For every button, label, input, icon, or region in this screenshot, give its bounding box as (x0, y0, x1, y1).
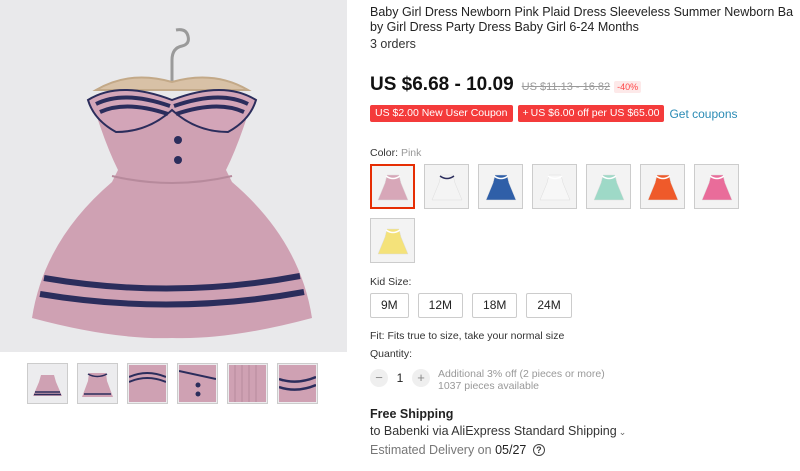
thumbnail-6[interactable] (277, 363, 318, 404)
color-swatch-pink[interactable] (370, 164, 415, 209)
new-user-coupon[interactable]: US $2.00 New User Coupon (370, 105, 513, 122)
delivery-date: 05/27 (495, 443, 527, 457)
quantity-stepper: − 1 + (370, 369, 430, 387)
buttons-thumb-image (179, 365, 216, 402)
product-title: Baby Girl Dress Newborn Pink Plaid Dress… (370, 5, 794, 34)
chevron-down-icon: ⌄ (618, 427, 627, 437)
dress-swatch-image (593, 174, 624, 200)
thumbnail-2[interactable] (77, 363, 118, 404)
thumbnail-1[interactable] (27, 363, 68, 404)
estimated-delivery: Estimated Delivery on 05/27 ? (370, 443, 545, 457)
color-swatch-mint[interactable] (586, 164, 631, 209)
fabric-thumb-image (229, 365, 266, 402)
dress-swatch-image (431, 174, 462, 200)
quantity-label: Quantity: (370, 348, 413, 360)
quantity-value[interactable]: 1 (388, 371, 412, 385)
color-swatch-orange[interactable] (640, 164, 685, 209)
dress-swatch-image (377, 228, 408, 254)
selected-color: Pink (400, 147, 422, 159)
shipping-method[interactable]: to Babenki via AliExpress Standard Shipp… (370, 424, 626, 438)
thumbnail-strip (27, 363, 318, 404)
shipping-title: Free Shipping (370, 407, 454, 421)
hem-thumb-image (279, 365, 316, 402)
color-swatch-rose[interactable] (694, 164, 739, 209)
original-price: US $11.13 - 16.82 (521, 81, 611, 93)
quantity-note: Additional 3% off (2 pieces or more) 103… (438, 368, 605, 392)
color-swatch-blue[interactable] (478, 164, 523, 209)
fit-note: Fit: Fits true to size, take your normal… (370, 330, 565, 342)
stock-note: 1037 pieces available (438, 380, 539, 392)
color-swatch-yellow[interactable] (370, 218, 415, 263)
collar-thumb-image (129, 365, 166, 402)
order-count[interactable]: 3 orders (370, 37, 416, 51)
dress-thumb-image (82, 373, 113, 397)
plus-icon: + (522, 107, 529, 119)
dress-image (0, 0, 347, 352)
color-swatch-white-navy[interactable] (424, 164, 469, 209)
discount-badge: -40% (614, 81, 642, 93)
color-swatches (370, 164, 750, 263)
quantity-minus-button[interactable]: − (370, 369, 388, 387)
size-option-24m[interactable]: 24M (526, 293, 572, 318)
size-option-9m[interactable]: 9M (370, 293, 409, 318)
size-options: 9M 12M 18M 24M (370, 293, 572, 318)
dress-swatch-image (539, 174, 570, 200)
price: US $6.68 - 10.09 (370, 74, 514, 95)
thumbnail-5[interactable] (227, 363, 268, 404)
coupon-row: US $2.00 New User Coupon + US $6.00 off p… (370, 105, 738, 122)
dress-swatch-image (647, 174, 678, 200)
thumbnail-4[interactable] (177, 363, 218, 404)
size-label: Kid Size: (370, 276, 412, 288)
size-option-18m[interactable]: 18M (472, 293, 518, 318)
quantity-plus-button[interactable]: + (412, 369, 430, 387)
help-icon[interactable]: ? (532, 444, 545, 456)
store-coupon-label: US $6.00 off per US $65.00 (530, 107, 660, 119)
thumbnail-3[interactable] (127, 363, 168, 404)
main-product-image[interactable] (0, 0, 347, 352)
color-label: Color: Pink (370, 147, 422, 159)
store-coupon[interactable]: + US $6.00 off per US $65.00 (517, 105, 665, 122)
dress-swatch-image (377, 174, 408, 200)
size-option-12m[interactable]: 12M (417, 293, 464, 318)
get-coupons-link[interactable]: Get coupons (669, 107, 737, 121)
price-row: US $6.68 - 10.09 US $11.13 - 16.82 -40% (370, 74, 642, 96)
bulk-discount-note: Additional 3% off (2 pieces or more) (438, 368, 605, 380)
dress-swatch-image (485, 174, 516, 200)
color-swatch-white-print[interactable] (532, 164, 577, 209)
dress-thumb-image (33, 375, 62, 396)
dress-swatch-image (701, 174, 732, 200)
